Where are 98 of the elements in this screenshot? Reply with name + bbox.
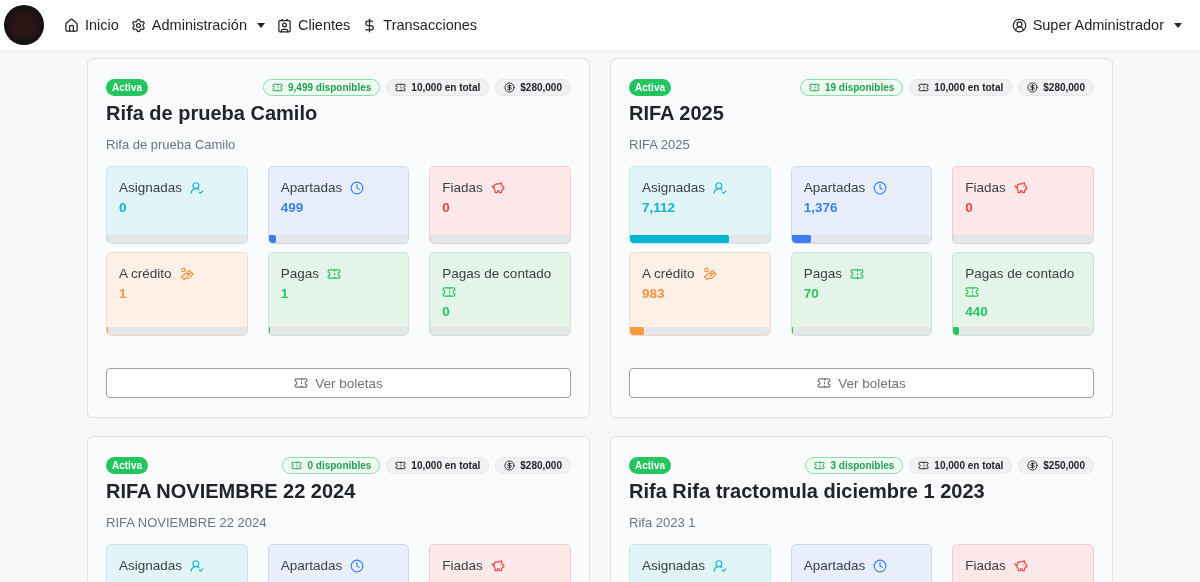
- status-badge: Activa: [106, 457, 148, 474]
- ticket-icon: [965, 285, 980, 299]
- stat-label: Fiadas: [442, 558, 483, 573]
- user-check-icon: [713, 558, 728, 573]
- nav-link[interactable]: Clientes: [270, 17, 357, 33]
- stat-value: 70: [803, 286, 820, 301]
- stat-label: Apartadas: [803, 558, 866, 573]
- stat-label: Fiadas: [965, 180, 1006, 195]
- stat-value: 0: [442, 200, 451, 215]
- available-badge: 9,499 disponibles: [263, 79, 381, 96]
- contact-card-icon: [276, 17, 292, 33]
- piggy-bank-icon: [1013, 180, 1028, 195]
- ticket-icon: [814, 460, 826, 471]
- clock-icon: [350, 180, 365, 195]
- settings-icon: [130, 17, 146, 33]
- stat-label: Pagas: [280, 266, 319, 281]
- stat-label: Pagas de contado: [442, 266, 552, 281]
- stat-value: 1,376: [803, 200, 839, 215]
- raffle-title: RIFA 2025: [629, 102, 725, 125]
- price-badge: $250,000: [1018, 457, 1094, 474]
- coin-icon: [504, 460, 516, 471]
- ticket-icon: [849, 266, 864, 281]
- stat-label: A crédito: [642, 266, 695, 281]
- price-badge: $280,000: [495, 79, 571, 96]
- raffle-description: RIFA NOVIEMBRE 22 2024: [106, 515, 268, 530]
- ticket-icon: [817, 376, 832, 390]
- clock-icon: [873, 558, 888, 573]
- stat-label: Fiadas: [965, 558, 1006, 573]
- available-badge: 0 disponibles: [282, 457, 381, 474]
- stat-value: 0: [442, 304, 451, 319]
- stat-value: 440: [965, 304, 989, 319]
- total-badge: 10,000 en total: [386, 457, 490, 474]
- clock-icon: [350, 558, 365, 573]
- raffle-title: Rifa Rifa tractomula diciembre 1 2023: [629, 480, 986, 503]
- coin-icon: [504, 82, 516, 93]
- clock-icon: [873, 180, 888, 195]
- nav-link[interactable]: Inicio: [58, 17, 125, 33]
- user-check-icon: [190, 558, 205, 573]
- raffle-description: RIFA 2025: [629, 137, 691, 152]
- stat-label: Pagas de contado: [965, 266, 1075, 281]
- stat-value: 499: [280, 200, 305, 215]
- total-badge: 10,000 en total: [909, 457, 1013, 474]
- piggy-bank-icon: [490, 180, 505, 195]
- stat-value: 1: [119, 286, 128, 301]
- available-badge: 3 disponibles: [805, 457, 904, 474]
- nav-link[interactable]: Administración: [124, 17, 271, 33]
- status-badge: Activa: [629, 457, 671, 474]
- see-tickets-button[interactable]: Ver boletas: [629, 368, 1094, 398]
- stat-label: Apartadas: [803, 180, 866, 195]
- coin-icon: [1027, 460, 1039, 471]
- ticket-icon: [808, 82, 820, 93]
- raffle-description: Rifa de prueba Camilo: [106, 137, 237, 152]
- stat-value: 0: [965, 200, 974, 215]
- available-badge: 19 disponibles: [799, 79, 904, 96]
- stat-value: 7,112: [642, 200, 677, 215]
- stat-value: 983: [642, 286, 666, 301]
- ticket-icon: [442, 285, 457, 299]
- hand-coins-icon: [702, 266, 717, 281]
- price-badge: $280,000: [495, 457, 571, 474]
- stat-value: 1: [280, 286, 290, 301]
- stat-label: Apartadas: [280, 558, 343, 573]
- stat-label: Asignadas: [119, 180, 183, 195]
- user-check-icon: [713, 180, 728, 195]
- ticket-icon: [291, 460, 303, 471]
- piggy-bank-icon: [1013, 558, 1028, 573]
- ticket-icon: [294, 376, 309, 390]
- stat-label: Apartadas: [280, 180, 343, 195]
- piggy-bank-icon: [490, 558, 505, 573]
- raffle-title: Rifa de prueba Camilo: [106, 102, 319, 125]
- status-badge: Activa: [629, 79, 671, 96]
- raffle-title: RIFA NOVIEMBRE 22 2024: [106, 480, 357, 503]
- user-icon: [1011, 17, 1027, 33]
- price-badge: $280,000: [1018, 79, 1094, 96]
- stat-label: Asignadas: [642, 558, 706, 573]
- stat-label: Asignadas: [119, 558, 183, 573]
- coin-icon: [1027, 82, 1039, 93]
- hand-coins-icon: [179, 266, 194, 281]
- avatar[interactable]: [4, 5, 44, 45]
- home-icon: [64, 17, 79, 33]
- ticket-icon: [918, 82, 930, 93]
- stat-label: A crédito: [119, 266, 172, 281]
- total-badge: 10,000 en total: [386, 79, 490, 96]
- user-menu[interactable]: Super Administrador: [1005, 17, 1188, 33]
- raffle-description: Rifa 2023 1: [629, 515, 697, 530]
- stat-label: Pagas: [803, 266, 842, 281]
- ticket-icon: [395, 460, 407, 471]
- stat-label: Fiadas: [442, 180, 483, 195]
- total-badge: 10,000 en total: [909, 79, 1013, 96]
- nav-link[interactable]: Transacciones: [356, 17, 484, 33]
- ticket-icon: [326, 266, 341, 281]
- stat-value: 0: [119, 200, 128, 215]
- stat-label: Asignadas: [642, 180, 706, 195]
- ticket-icon: [272, 82, 283, 93]
- status-badge: Activa: [106, 79, 148, 96]
- ticket-icon: [395, 82, 407, 93]
- see-tickets-button[interactable]: Ver boletas: [106, 368, 571, 398]
- user-check-icon: [190, 180, 205, 195]
- ticket-icon: [918, 460, 930, 471]
